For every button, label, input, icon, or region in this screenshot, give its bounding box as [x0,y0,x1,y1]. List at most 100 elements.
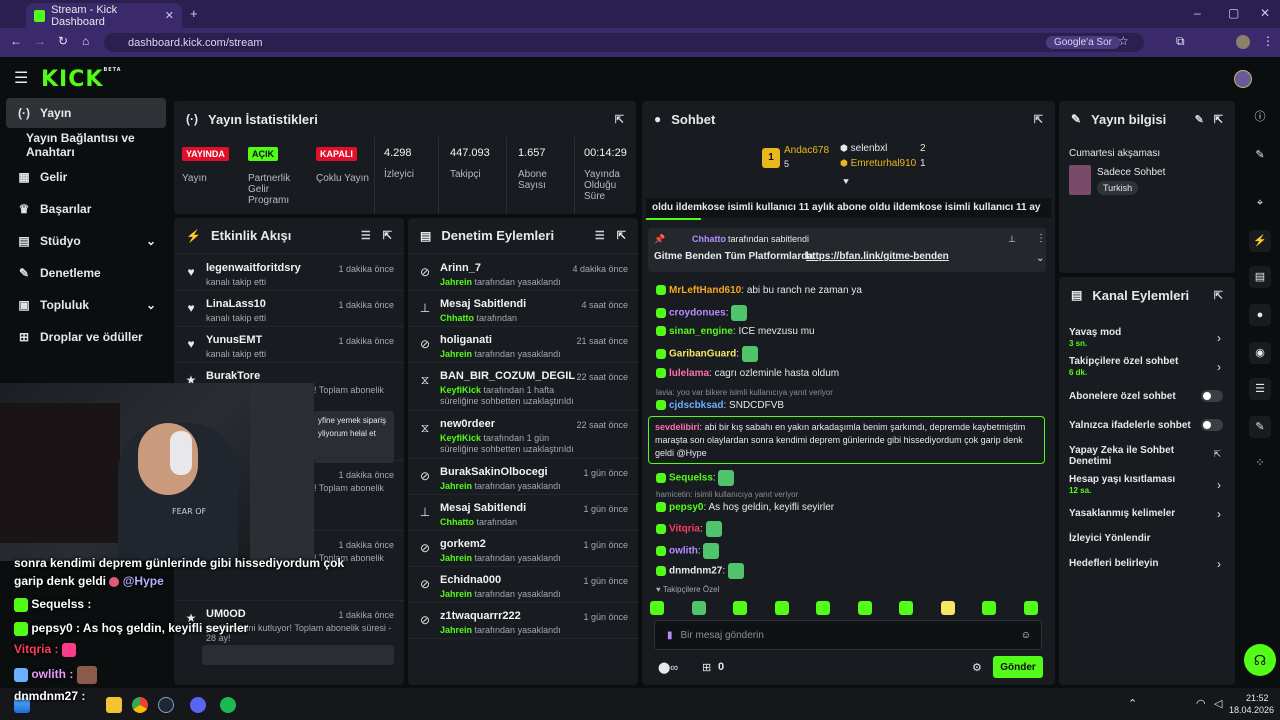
file-explorer-icon[interactable] [106,697,122,713]
emote-icon[interactable] [650,601,664,615]
more-icon[interactable]: ⋮ [1036,233,1046,244]
wifi-icon[interactable]: ◠ [1196,697,1206,710]
chat-message[interactable]: dnmdnm27: [656,563,744,579]
popout-icon[interactable]: ⇱ [1214,113,1223,126]
pencil-icon[interactable]: ✎ [1249,144,1271,166]
list-item[interactable]: ♥ LinaLass10 kanalı takip etti 1 dakika önc… [174,291,404,327]
pinned-link[interactable]: https://bfan.link/gitme-benden [806,251,949,262]
list-item[interactable]: ⊥ Mesaj Sabitlendi Chhatto tarafından 4 saa… [408,291,638,327]
wrench-icon[interactable]: ✎ [1249,416,1271,438]
banned-words-row[interactable]: Yasaklanmış kelimeler [1069,508,1175,519]
emote-icon[interactable] [774,601,789,615]
close-window-icon[interactable]: ✕ [1260,6,1270,20]
chat-message[interactable]: hamicetin: isimli kullanıcıya yanıt veri… [656,490,798,499]
sidebar-item-droplar[interactable]: ⊞ Droplar ve ödüller [6,322,166,352]
slow-mode-row[interactable]: Yavaş mod 3 sn. [1069,327,1121,348]
gear-icon[interactable]: ⚙ [972,661,982,674]
goals-row[interactable]: Hedefleri belirleyin [1069,558,1158,569]
gift-icon[interactable]: ⊞ [702,661,711,674]
discord-icon[interactable] [190,697,206,713]
chat-message[interactable]: cjdscbksad: SNDCDFVB [656,400,784,411]
broadcast-icon[interactable]: ◉ [1249,342,1271,364]
chat-message[interactable]: croydonues: [656,305,748,321]
info-icon[interactable]: ⓘ [1249,106,1271,128]
list-item[interactable]: ⊘ Echidna000 Jahrein tarafından yasaklandı… [408,567,638,603]
maximize-icon[interactable]: ▢ [1228,6,1239,20]
support-button[interactable]: ☊ [1244,644,1276,676]
chat-message[interactable]: pepsy0: As hoş geldin, keyifli seyirler [656,502,834,513]
reload-icon[interactable]: ↻ [58,34,68,48]
emote-icon[interactable] [982,601,996,615]
emote-icon[interactable] [857,601,872,615]
browser-tab[interactable]: Stream - Kick Dashboard ✕ [26,3,182,28]
raid-row[interactable]: İzleyici Yönlendir [1069,533,1151,544]
send-button[interactable]: Gönder [993,656,1043,678]
clock-date[interactable]: 18.04.2026 [1229,705,1274,715]
forward-icon[interactable]: → [34,34,46,48]
user-avatar[interactable] [1234,70,1252,88]
account-age-row[interactable]: Hesap yaşı kısıtlaması 12 sa. [1069,474,1175,495]
close-tab-icon[interactable]: ✕ [165,9,174,22]
list-item[interactable]: ♥ YunusEMT kanalı takip etti 1 dakika önce [174,327,404,363]
chat-icon[interactable]: ● [1249,304,1271,326]
minimize-icon[interactable]: – [1194,6,1201,20]
emotes-only-toggle[interactable] [1201,419,1223,431]
list-item[interactable]: ⧖ BAN_BIR_COZUM_DEGIL KeyfiKick tarafından… [408,363,638,411]
chevron-down-icon[interactable]: ⌄ [1036,253,1044,264]
pinned-message[interactable]: 📌 Chhatto tarafından sabitlendi Gitme Be… [648,228,1046,272]
new-tab-icon[interactable]: + [190,6,198,21]
popout-icon[interactable]: ⇱ [1214,289,1223,302]
sidebar-item-stream-key[interactable]: Yayın Bağlantısı ve Anahtarı [16,130,176,160]
list-item[interactable]: ★ UM0OD yenilemesini kutluyor! Toplam abon… [174,601,404,685]
google-ask-button[interactable]: Google'a Sor [1045,36,1120,49]
filter-icon[interactable]: ☰ [361,229,371,242]
list-item[interactable]: ⊘ BurakSakinOlbocegi Jahrein tarafından ya… [408,459,638,495]
emote-icon[interactable] [899,601,913,615]
sidebar-item-yayin[interactable]: (·) Yayın [6,98,166,128]
list-item[interactable]: ⊘ holiganati Jahrein tarafından yasaklandı… [408,327,638,363]
steam-icon[interactable] [158,697,174,713]
ai-moderation-row[interactable]: Yapay Zeka ile Sohbet Denetimi [1069,445,1189,467]
chat-input[interactable]: ▮ Bir mesaj gönderin ☺ [654,620,1042,650]
apps-icon[interactable]: ⁘ [1249,452,1271,474]
chat-message[interactable]: GaribanGuard: [656,346,758,362]
popout-icon[interactable]: ⇱ [615,113,624,126]
chat-message[interactable]: owlith: [656,543,720,559]
subs-only-row[interactable]: Abonelere özel sohbet [1069,391,1176,402]
emotes-only-row[interactable]: Yalnızca ifadelerle sohbet [1069,420,1191,431]
tray-chevron-icon[interactable]: ⌃ [1128,697,1137,710]
hamburger-icon[interactable]: ☰ [14,68,28,88]
popout-icon[interactable]: ⇱ [383,229,392,242]
emote-icon[interactable] [691,601,706,615]
extension-icon[interactable]: ⧉ [1176,34,1185,49]
sliders-icon[interactable]: ☰ [1249,378,1271,400]
emote-icon[interactable] [940,601,955,615]
document-icon[interactable]: ▤ [1249,266,1271,288]
sidebar-item-basarilar[interactable]: ♛ Başarılar [6,194,166,224]
sidebar-item-studyo[interactable]: ▤ Stüdyo ⌄ [6,226,166,256]
highlighted-message[interactable]: sevdelibiri: abi bir kış sabahı en yakın… [648,416,1045,464]
spotify-icon[interactable] [220,697,236,713]
clock-time[interactable]: 21:52 [1246,693,1269,703]
tag-chip[interactable]: Turkish [1097,181,1139,195]
chat-message[interactable]: MrLeftHand610: abi bu ranch ne zaman ya [656,285,862,296]
collapse-icon[interactable]: ⯆ [842,177,850,188]
popout-icon[interactable]: ⇱ [617,229,626,242]
subs-only-toggle[interactable] [1201,390,1223,402]
list-item[interactable]: ⊘ gorkem2 Jahrein tarafından yasaklandı 1 g… [408,531,638,567]
list-item[interactable]: ⊘ Arinn_7 Jahrein tarafından yasaklandı 4 d… [408,255,638,291]
points-icon[interactable]: ⬤∞ [658,661,678,674]
filter-icon[interactable]: ☰ [595,229,605,242]
list-item[interactable]: ♥ legenwaitforitdsry kanalı takip etti 1 da… [174,255,404,291]
followers-only-row[interactable]: Takipçilere özel sohbet 6 dk. [1069,356,1178,377]
chrome-icon[interactable] [132,697,148,713]
menu-icon[interactable]: ⋮ [1262,34,1274,48]
chat-message[interactable]: lavia: yoo var bikere isimli kullanıcıya… [656,388,833,397]
profile-icon[interactable] [1236,35,1250,49]
chat-message[interactable]: Vitqria: [656,521,722,537]
home-icon[interactable]: ⌂ [82,34,89,48]
list-item[interactable]: ⧖ new0rdeer KeyfiKick tarafından 1 gün sür… [408,411,638,459]
emote-icon[interactable] [1023,601,1038,615]
emoji-icon[interactable]: ☺ [1021,630,1031,641]
lightning-icon[interactable]: ⚡ [1249,230,1271,252]
